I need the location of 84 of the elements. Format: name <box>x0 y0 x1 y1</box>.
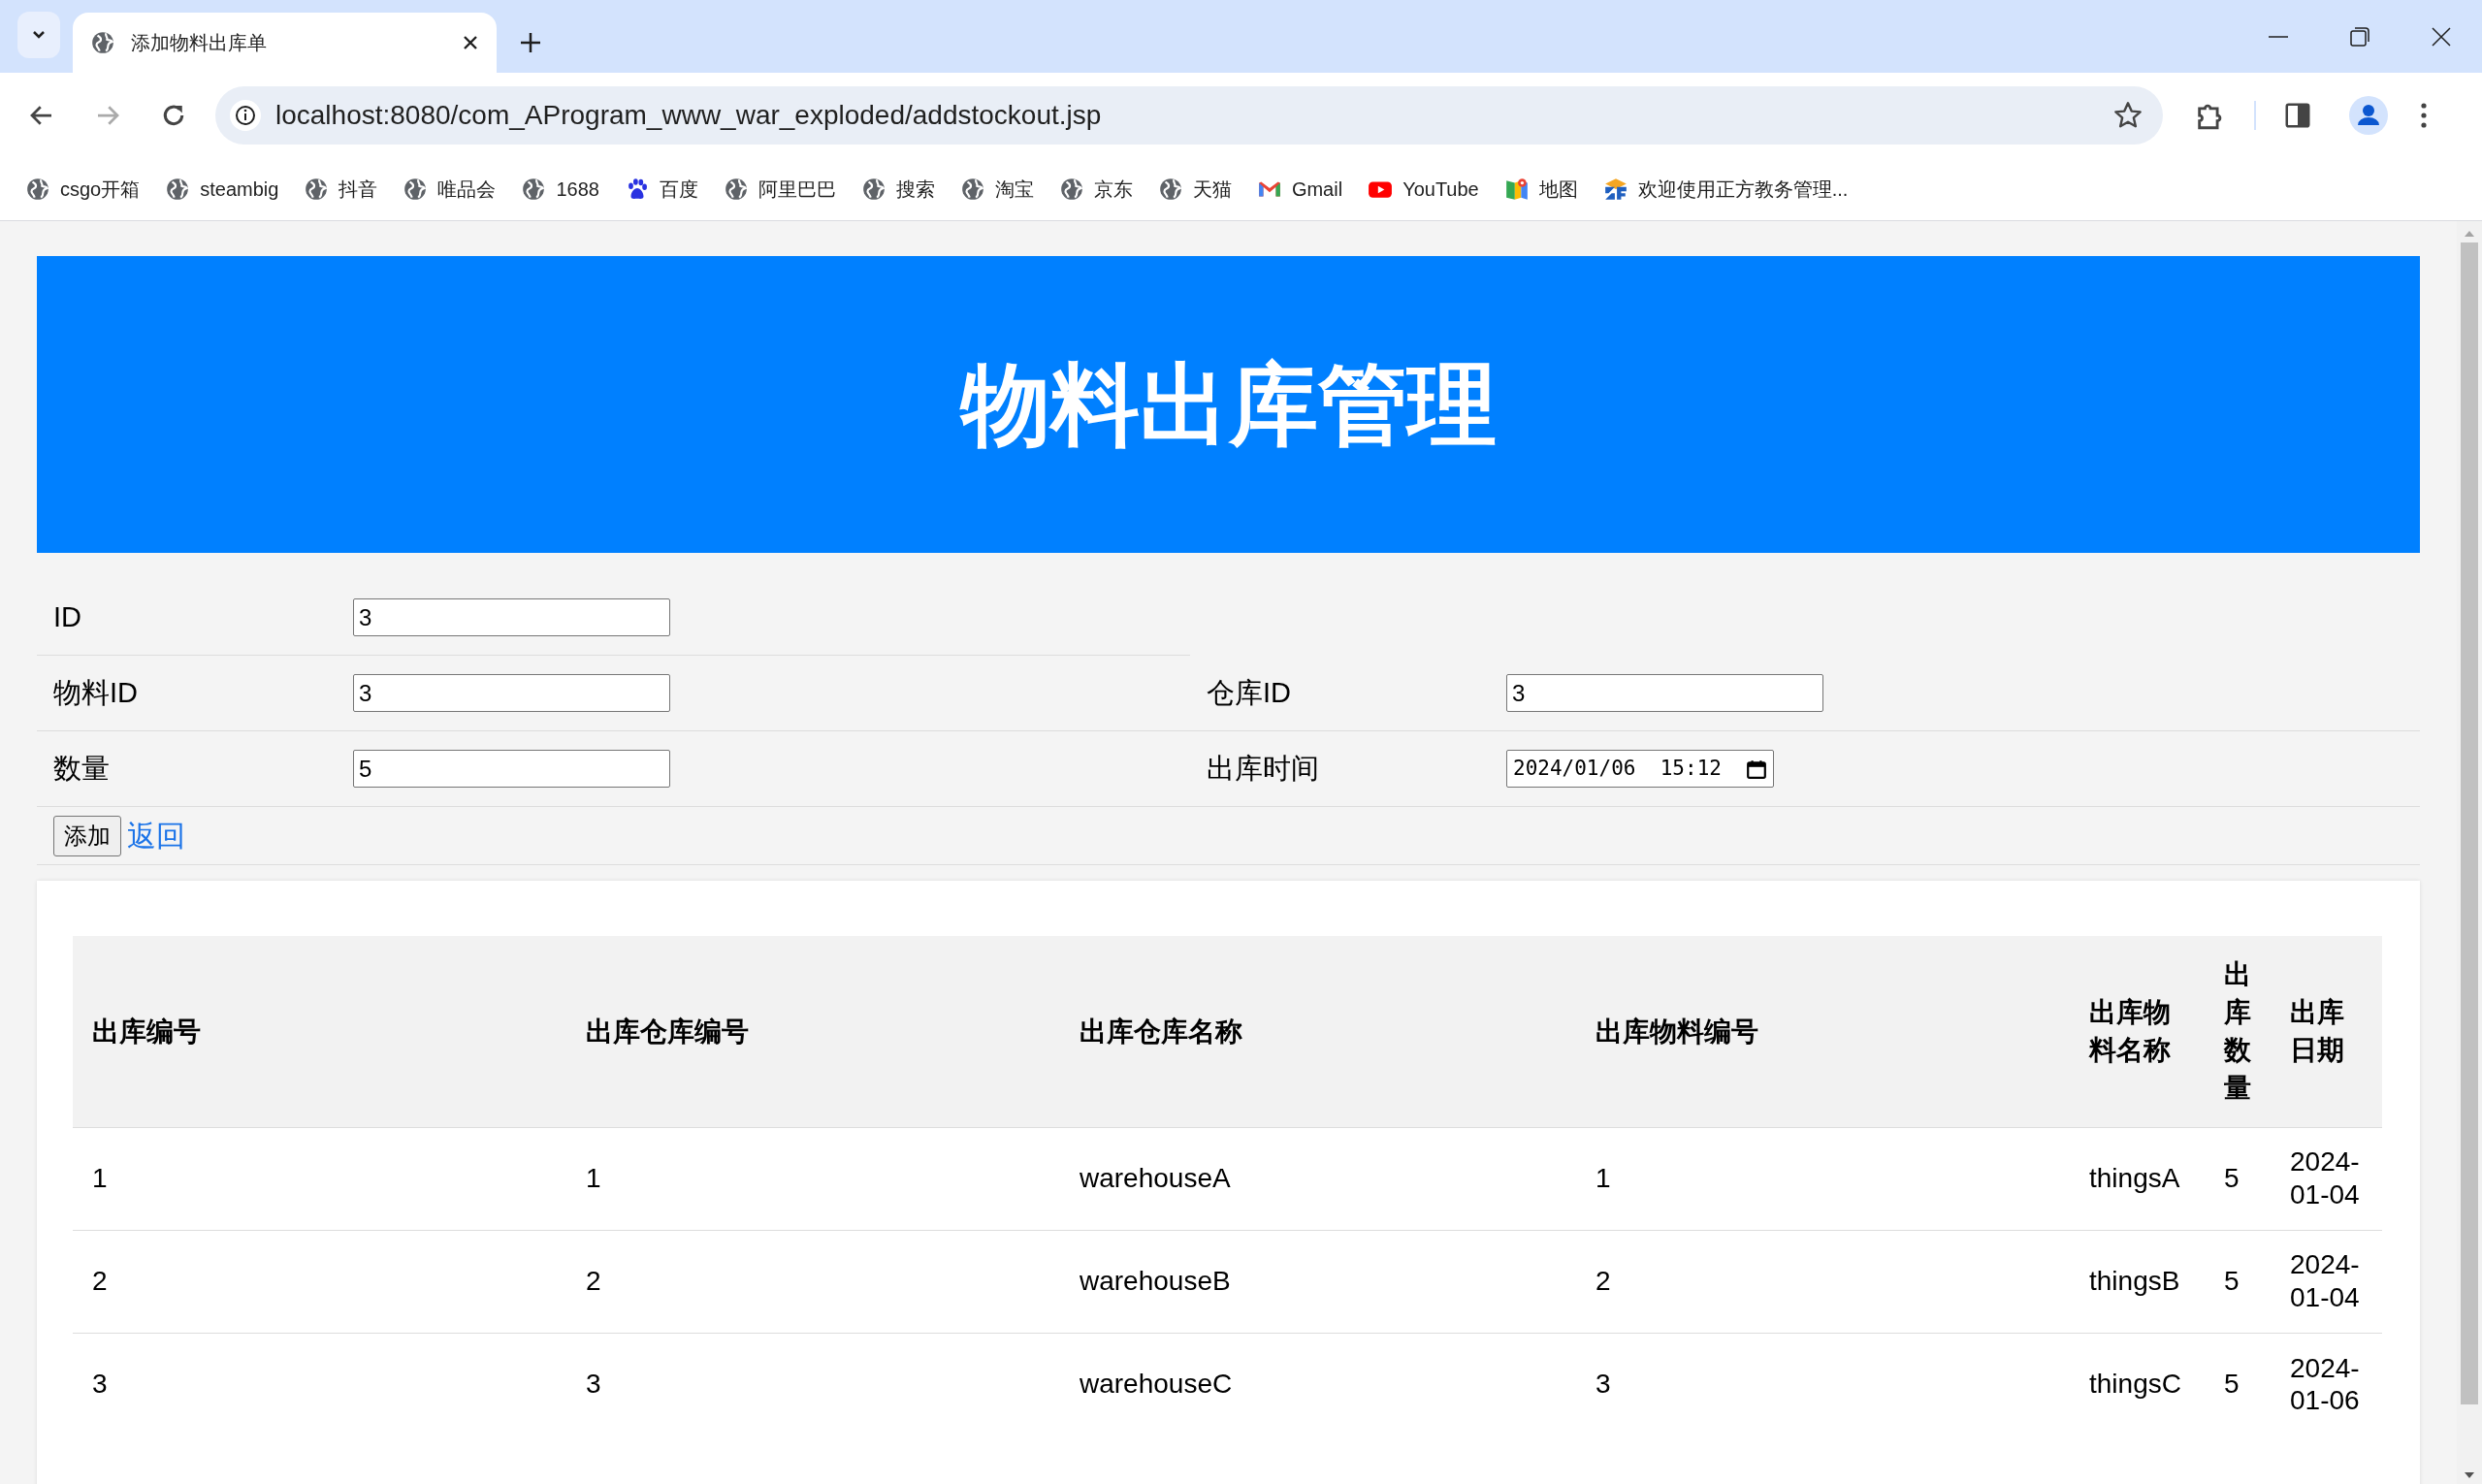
bookmark[interactable]: 搜索 <box>858 168 937 210</box>
table-cell: thingsB <box>2070 1230 2205 1333</box>
globe-icon <box>1058 177 1084 202</box>
table-cell: 3 <box>566 1333 1060 1436</box>
globe-icon <box>959 177 985 202</box>
school-logo-icon <box>1602 177 1628 202</box>
table-cell: 3 <box>73 1333 566 1436</box>
table-cell: 1 <box>73 1127 566 1230</box>
table-cell: thingsC <box>2070 1333 2205 1436</box>
side-panel-icon[interactable] <box>2283 101 2312 130</box>
field-label: 仓库ID <box>1206 675 1292 710</box>
table-cell: 2 <box>566 1230 1060 1333</box>
field-label: 数量 <box>52 751 111 786</box>
bookmark[interactable]: YouTube <box>1366 168 1481 210</box>
globe-icon <box>521 177 547 202</box>
table-cell: 5 <box>2205 1127 2271 1230</box>
column-header: 出库编号 <box>73 936 566 1127</box>
table-cell: warehouseB <box>1060 1230 1576 1333</box>
field-label: ID <box>52 599 82 634</box>
table-cell: 2024-01-04 <box>2271 1127 2382 1230</box>
bookmark[interactable]: 唯品会 <box>401 168 499 210</box>
info-icon[interactable] <box>229 99 262 132</box>
table-cell: 5 <box>2205 1230 2271 1333</box>
bookmark[interactable]: 淘宝 <box>957 168 1036 210</box>
input-field[interactable]: 3 <box>353 598 670 636</box>
bookmark[interactable]: 地图 <box>1501 168 1580 210</box>
bookmark[interactable]: steambig <box>163 168 281 210</box>
field-label: 物料ID <box>52 675 139 710</box>
globe-icon <box>25 177 50 202</box>
input-field[interactable]: 3 <box>1506 674 1823 712</box>
table-cell: 2024-01-06 <box>2271 1333 2382 1436</box>
datetime-field[interactable]: 2024/01/06 15:12 <box>1506 750 1774 788</box>
bookmark[interactable]: 1688 <box>519 168 601 210</box>
map-icon <box>1503 177 1530 202</box>
table-cell: 2024-01-04 <box>2271 1230 2382 1333</box>
globe-icon <box>165 177 191 202</box>
column-header: 出库仓库编号 <box>566 936 1060 1127</box>
table-cell: 5 <box>2205 1333 2271 1436</box>
column-header: 出库物料编号 <box>1576 936 2070 1127</box>
field-label: 出库时间 <box>1206 751 1320 786</box>
table-cell: 3 <box>1576 1333 2070 1436</box>
new-tab-icon[interactable] <box>518 30 543 55</box>
column-header: 出库日期 <box>2271 936 2382 1127</box>
table-cell: 2 <box>1576 1230 2070 1333</box>
input-field[interactable]: 3 <box>353 674 670 712</box>
tab-title: 添加物料出库单 <box>131 31 268 55</box>
scrollbar-thumb[interactable] <box>2461 242 2478 1404</box>
profile-icon[interactable] <box>2349 96 2388 135</box>
bookmark[interactable]: 百度 <box>622 168 700 210</box>
globe-icon <box>403 177 429 202</box>
back-link[interactable]: 返回 <box>127 814 185 857</box>
globe-icon <box>723 177 749 202</box>
close-icon[interactable] <box>2430 24 2453 48</box>
table-cell: thingsA <box>2070 1127 2205 1230</box>
scrollbar[interactable] <box>2457 221 2482 1484</box>
add-button[interactable]: 添加 <box>53 815 121 856</box>
column-header: 出库数量 <box>2205 936 2271 1127</box>
input-field[interactable]: 5 <box>353 750 670 788</box>
table-cell: 1 <box>1576 1127 2070 1230</box>
bookmark[interactable]: csgo开箱 <box>23 168 143 210</box>
bookmark[interactable]: 天猫 <box>1155 168 1234 210</box>
globe-icon <box>304 177 330 202</box>
table-cell: 1 <box>566 1127 1060 1230</box>
column-header: 出库物料名称 <box>2070 936 2205 1127</box>
bookmark[interactable]: Gmail <box>1254 168 1345 210</box>
address-bar[interactable]: localhost:8080/com_AProgram_www_war_exploded/addstockout.jsp <box>215 86 2163 145</box>
page-title: 物料出库管理 <box>960 360 1497 449</box>
globe-icon <box>860 177 886 202</box>
table-cell: 2 <box>73 1230 566 1333</box>
table-cell: warehouseC <box>1060 1333 1576 1436</box>
column-header: 出库仓库名称 <box>1060 936 1576 1127</box>
restore-icon[interactable] <box>2348 24 2371 48</box>
bookmark[interactable]: 京东 <box>1056 168 1135 210</box>
globe-icon <box>90 30 115 55</box>
globe-icon <box>1157 177 1183 202</box>
close-tab-icon[interactable] <box>462 34 479 51</box>
bookmark[interactable]: 阿里巴巴 <box>721 168 838 210</box>
bookmark[interactable]: 欢迎使用正方教务管理... <box>1600 168 1851 210</box>
table-cell: warehouseA <box>1060 1127 1576 1230</box>
calendar-icon[interactable] <box>1746 758 1767 780</box>
menu-icon[interactable] <box>2419 101 2429 130</box>
bookmark[interactable]: 抖音 <box>302 168 380 210</box>
browser-tab[interactable]: 添加物料出库单 <box>73 13 497 73</box>
url-text: localhost:8080/com_AProgram_www_war_exploded/addstockout.jsp <box>275 99 1102 132</box>
